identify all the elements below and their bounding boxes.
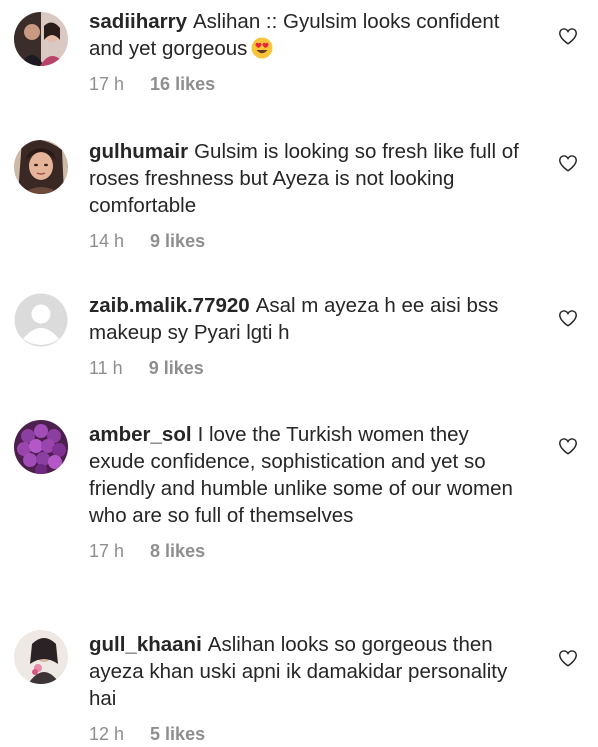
heart-outline-icon[interactable]: [557, 435, 579, 457]
comment-username[interactable]: gulhumair: [89, 140, 188, 163]
comment-time: 17 h: [89, 541, 125, 561]
avatar[interactable]: [14, 630, 68, 684]
avatar[interactable]: [14, 293, 68, 347]
comment-likes[interactable]: 16 likes: [150, 74, 215, 95]
heart-outline-icon[interactable]: [557, 647, 579, 669]
comment-body: amber_sol I love the Turkish women they e…: [89, 421, 529, 562]
comment-likes[interactable]: 9 likes: [150, 231, 205, 252]
comment-text-line: gulhumair Gulsim is looking so fresh like…: [89, 138, 529, 219]
comment-username[interactable]: zaib.malik.77920: [89, 294, 250, 317]
comment-likes[interactable]: 9 likes: [149, 358, 204, 379]
heart-outline-icon[interactable]: [557, 25, 579, 47]
comment-text-line: gull_khaani Aslihan looks so gorgeous the…: [89, 631, 529, 712]
heart-outline-icon[interactable]: [557, 152, 579, 174]
comment-meta: 14 h 9 likes: [89, 231, 529, 252]
comment-time: 11 h: [89, 358, 123, 378]
comment-username[interactable]: gull_khaani: [89, 633, 202, 656]
comment-meta: 17 h 8 likes: [89, 541, 529, 562]
comment-text-line: sadiiharry Aslihan :: Gyulsim looks confi…: [89, 8, 529, 62]
comment-username[interactable]: sadiiharry: [89, 10, 187, 33]
comment-time: 17 h: [89, 74, 125, 94]
heart-eyes-emoji: [251, 37, 273, 59]
avatar[interactable]: [14, 420, 68, 474]
comment-likes[interactable]: 5 likes: [150, 724, 205, 745]
avatar[interactable]: [14, 12, 68, 66]
comment-meta: 11 h 9 likes: [89, 358, 529, 379]
comment-body: gull_khaani Aslihan looks so gorgeous the…: [89, 631, 529, 745]
comment-time: 14 h: [89, 231, 125, 251]
avatar[interactable]: [14, 140, 68, 194]
comment-text-line: zaib.malik.77920 Asal m ayeza h ee aisi b…: [89, 292, 529, 346]
comment-username[interactable]: amber_sol: [89, 423, 192, 446]
comment-text-line: amber_sol I love the Turkish women they e…: [89, 421, 529, 529]
comment-body: gulhumair Gulsim is looking so fresh like…: [89, 138, 529, 252]
comment-meta: 12 h 5 likes: [89, 724, 529, 745]
comment-body: sadiiharry Aslihan :: Gyulsim looks confi…: [89, 8, 529, 95]
comment-likes[interactable]: 8 likes: [150, 541, 205, 562]
comment-meta: 17 h 16 likes: [89, 74, 529, 95]
heart-outline-icon[interactable]: [557, 307, 579, 329]
comment-time: 12 h: [89, 724, 125, 744]
comment-body: zaib.malik.77920 Asal m ayeza h ee aisi b…: [89, 292, 529, 379]
